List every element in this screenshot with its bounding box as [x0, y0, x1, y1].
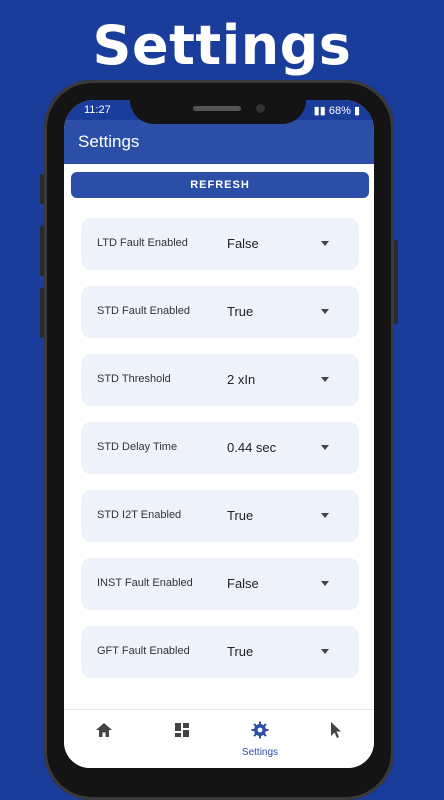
cursor-icon [331, 722, 341, 738]
dropdown-arrow-icon[interactable] [321, 513, 329, 518]
setting-row-std-delay-time[interactable]: STD Delay Time 0.44 sec [81, 422, 359, 474]
setting-row-std-threshold[interactable]: STD Threshold 2 xIn [81, 354, 359, 406]
battery-icon: ▮ [353, 105, 360, 117]
settings-list: LTD Fault Enabled False STD Fault Enable… [81, 218, 359, 694]
nav-cursor[interactable] [306, 720, 366, 760]
dropdown-arrow-icon[interactable] [321, 445, 329, 450]
setting-label: INST Fault Enabled [97, 577, 193, 589]
app-bar: Settings [64, 120, 374, 164]
phone-volume-up-button [40, 226, 44, 276]
battery-level: 68% [328, 105, 351, 117]
phone-speaker [193, 106, 241, 111]
phone-power-button [394, 240, 398, 324]
gear-icon [251, 721, 269, 739]
setting-value-select[interactable]: True [227, 508, 253, 523]
page-title: Settings [78, 132, 140, 151]
phone-camera [256, 104, 265, 113]
setting-label: STD Delay Time [97, 441, 178, 453]
setting-row-gft-fault-enabled[interactable]: GFT Fault Enabled True [81, 626, 359, 678]
dropdown-arrow-icon[interactable] [321, 581, 329, 586]
setting-label: STD Threshold [97, 373, 171, 385]
phone-volume-down-button [40, 288, 44, 338]
setting-label: GFT Fault Enabled [97, 645, 190, 657]
status-time: 11:27 [84, 104, 111, 116]
setting-value-select[interactable]: False [227, 576, 259, 591]
refresh-button[interactable]: REFRESH [71, 172, 369, 198]
nav-home[interactable] [74, 720, 134, 760]
phone-screen: 11:27 ▮▮ 68% ▮ Settings REFRESH LTD Faul… [64, 100, 374, 768]
setting-value-select[interactable]: True [227, 304, 253, 319]
dashboard-icon [175, 723, 189, 737]
setting-row-inst-fault-enabled[interactable]: INST Fault Enabled False [81, 558, 359, 610]
setting-value-select[interactable]: False [227, 236, 259, 251]
setting-row-std-fault-enabled[interactable]: STD Fault Enabled True [81, 286, 359, 338]
setting-label: LTD Fault Enabled [97, 237, 188, 249]
dropdown-arrow-icon[interactable] [321, 241, 329, 246]
phone-side-button [40, 174, 44, 204]
dropdown-arrow-icon[interactable] [321, 377, 329, 382]
bottom-navigation: Settings [64, 709, 374, 768]
nav-settings[interactable]: Settings [230, 720, 290, 760]
setting-value-select[interactable]: 0.44 sec [227, 440, 276, 455]
home-icon [96, 723, 112, 737]
signal-icon: ▮▮ [313, 105, 326, 117]
dropdown-arrow-icon[interactable] [321, 309, 329, 314]
setting-value-select[interactable]: 2 xIn [227, 372, 255, 387]
phone-notch [130, 100, 306, 124]
hero-title: Settings [92, 14, 352, 77]
setting-label: STD Fault Enabled [97, 305, 190, 317]
nav-dashboard[interactable] [152, 720, 212, 760]
setting-label: STD I2T Enabled [97, 509, 182, 521]
setting-row-ltd-fault-enabled[interactable]: LTD Fault Enabled False [81, 218, 359, 270]
nav-settings-label: Settings [241, 747, 279, 758]
setting-row-std-i2t-enabled[interactable]: STD I2T Enabled True [81, 490, 359, 542]
dropdown-arrow-icon[interactable] [321, 649, 329, 654]
battery-indicator: ▮▮ 68% ▮ [314, 104, 360, 117]
setting-value-select[interactable]: True [227, 644, 253, 659]
